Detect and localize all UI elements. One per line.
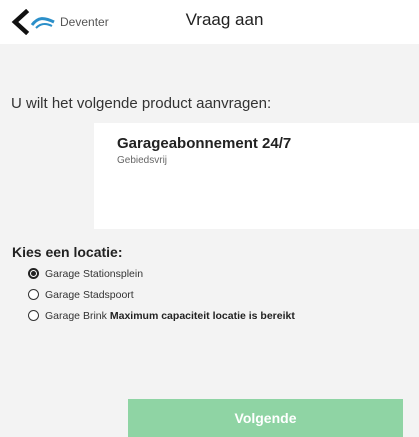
product-subtitle: Gebiedsvrij	[117, 155, 168, 166]
radio-unselected[interactable]	[28, 289, 39, 300]
intro-text: U wilt het volgende product aanvragen:	[11, 95, 272, 112]
radio-selected[interactable]	[28, 268, 39, 279]
next-button[interactable]: Volgende	[128, 399, 403, 437]
page-title: Vraag aan	[185, 10, 264, 29]
location-heading: Kies een locatie:	[12, 244, 123, 260]
product-card: Garageabonnement 24/7 Gebiedsvrij	[94, 123, 419, 229]
product-name: Garageabonnement 24/7	[117, 135, 292, 152]
location-option-label: Garage Stationsplein	[45, 267, 144, 280]
radio-unselected[interactable]	[28, 310, 39, 321]
location-option-label: Garage Stadspoort	[45, 288, 134, 301]
app-header: Deventer Vraag aan	[0, 0, 419, 44]
location-option-brink[interactable]: Garage Brink Maximum capaciteit locatie …	[28, 305, 295, 326]
location-option-stationsplein[interactable]: Garage Stationsplein	[28, 263, 295, 284]
location-option-label: Garage Brink	[45, 309, 107, 322]
capacity-warning: Maximum capaciteit locatie is bereikt	[109, 309, 295, 322]
location-option-stadspoort[interactable]: Garage Stadspoort	[28, 284, 295, 305]
location-options: Garage Stationsplein Garage Stadspoort G…	[28, 263, 295, 326]
